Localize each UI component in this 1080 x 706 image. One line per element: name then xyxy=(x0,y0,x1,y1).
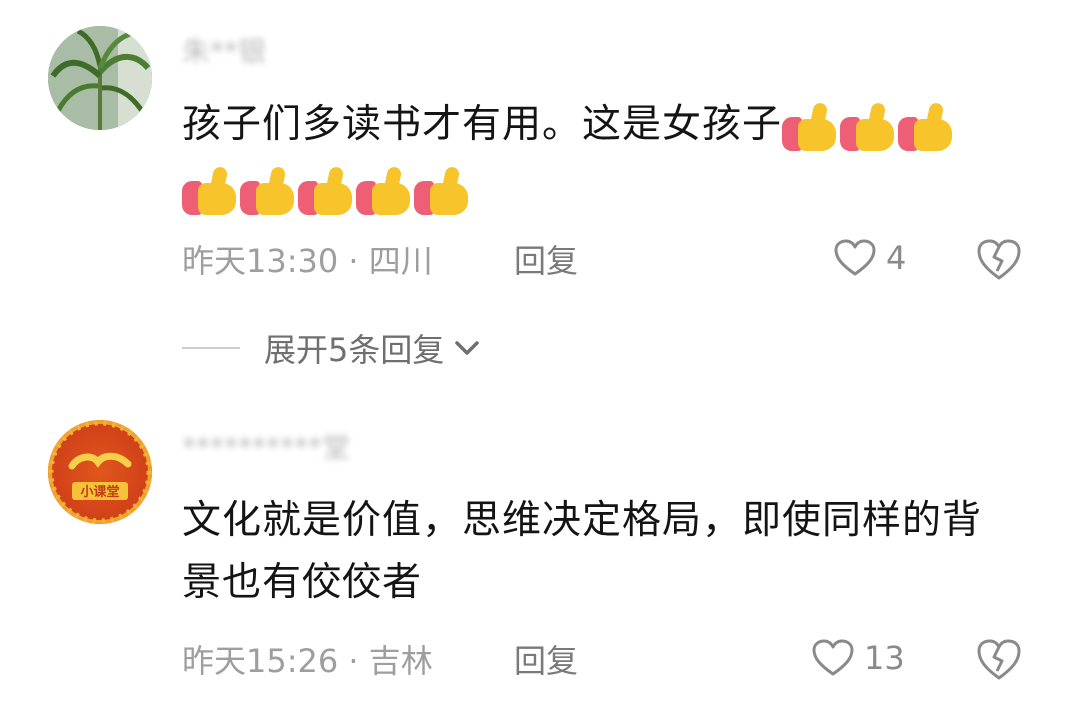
comment-text: 文化就是价值，思维决定格局，即使同样的背景也有佼佼者 xyxy=(182,498,983,605)
avatar[interactable]: 小课堂 xyxy=(48,420,152,524)
username[interactable]: 朱**银 xyxy=(182,30,266,70)
comment-item-1: 朱**银 孩子们多读书才有用。这是女孩子 昨天13:30 · 四川 回复 4 xyxy=(0,0,1080,300)
expand-replies-button[interactable]: 展开5条回复 xyxy=(264,325,480,371)
thumbs-up-emoji-group xyxy=(182,159,472,221)
comment-meta: 昨天13:30 · 四川 xyxy=(182,242,433,280)
thumbs-up-emoji-group xyxy=(782,96,956,158)
like-button[interactable]: 4 xyxy=(834,236,906,280)
comment-text: 孩子们多读书才有用。这是女孩子 xyxy=(182,94,1042,221)
comment-meta: 昨天15:26 · 吉林 xyxy=(182,642,433,680)
like-count: 13 xyxy=(864,639,905,677)
like-count: 4 xyxy=(886,239,907,277)
thumbs-up-icon xyxy=(898,101,954,153)
comment-item-2: 小课堂 **********堂 文化就是价值，思维决定格局，即使同样的背景也有佼… xyxy=(0,400,1080,706)
thumbs-up-icon xyxy=(182,165,238,217)
heart-icon xyxy=(812,639,854,676)
thumbs-up-icon xyxy=(414,165,470,217)
thumbs-up-icon xyxy=(356,165,412,217)
expand-replies[interactable]: 展开5条回复 xyxy=(182,326,480,370)
expand-replies-label: 展开5条回复 xyxy=(264,331,445,369)
divider-line xyxy=(182,347,240,349)
plant-avatar-image xyxy=(48,26,152,130)
comment-text-content: 孩子们多读书才有用。这是女孩子 xyxy=(182,102,783,147)
thumbs-up-icon xyxy=(782,101,838,153)
thumbs-up-icon xyxy=(840,101,896,153)
broken-heart-icon[interactable] xyxy=(976,238,1022,282)
reply-button[interactable]: 回复 xyxy=(514,636,578,682)
like-button[interactable]: 13 xyxy=(812,636,905,680)
avatar[interactable] xyxy=(48,26,152,130)
heart-icon xyxy=(834,239,876,276)
reply-button[interactable]: 回复 xyxy=(514,236,578,282)
chevron-down-icon xyxy=(455,341,480,355)
broken-heart-icon[interactable] xyxy=(976,638,1022,682)
thumbs-up-icon xyxy=(240,165,296,217)
badge-text: 小课堂 xyxy=(80,484,119,500)
username[interactable]: **********堂 xyxy=(182,426,350,466)
thumbs-up-icon xyxy=(298,165,354,217)
badge-avatar-image: 小课堂 xyxy=(48,420,152,524)
